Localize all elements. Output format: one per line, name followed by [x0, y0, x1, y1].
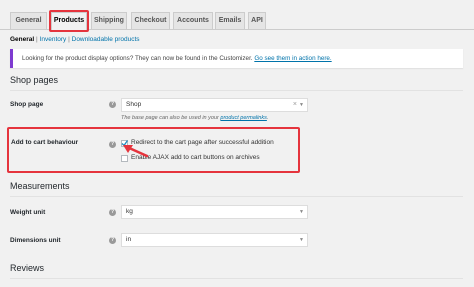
divider: [10, 196, 463, 197]
help-icon[interactable]: ?: [109, 101, 116, 108]
cart-behaviour-label: Add to cart behaviour: [11, 139, 79, 146]
cart-behaviour-highlight: [7, 127, 300, 173]
section-title-shop-pages: Shop pages: [10, 75, 59, 85]
weight-unit-select[interactable]: kg ▼: [121, 205, 308, 219]
arrow-icon: [123, 145, 149, 158]
product-permalinks-link[interactable]: product permalinks: [220, 115, 266, 121]
divider: [10, 90, 463, 91]
chevron-down-icon[interactable]: ▼: [299, 206, 304, 218]
section-title-measurements: Measurements: [10, 181, 70, 191]
notice-text: Looking for the product display options?…: [22, 55, 253, 62]
section-title-reviews: Reviews: [10, 263, 45, 273]
clear-icon[interactable]: ×: [293, 99, 297, 111]
chevron-down-icon[interactable]: ▼: [299, 234, 304, 246]
dimensions-unit-label: Dimensions unit: [10, 237, 61, 244]
redirect-to-cart-label[interactable]: Redirect to the cart page after successf…: [131, 139, 274, 146]
tab-shipping[interactable]: Shipping: [91, 12, 127, 29]
tab-checkout[interactable]: Checkout: [131, 12, 170, 29]
shop-page-description: The base page can also be used in your p…: [121, 115, 268, 121]
subnav-separator: |: [68, 36, 70, 43]
shop-page-value: Shop: [126, 101, 142, 108]
dimensions-unit-value: in: [126, 236, 132, 243]
shop-page-desc-text: The base page can also be used in your: [121, 115, 219, 121]
chevron-down-icon[interactable]: ▼: [299, 99, 304, 111]
help-icon[interactable]: ?: [109, 237, 116, 244]
help-icon[interactable]: ?: [109, 141, 116, 148]
shop-page-desc-end: .: [266, 115, 269, 121]
subnav-separator: |: [36, 36, 38, 43]
weight-unit-value: kg: [126, 208, 133, 215]
ajax-add-to-cart-label[interactable]: Enable AJAX add to cart buttons on archi…: [131, 154, 260, 161]
subnav-downloadable-products[interactable]: Downloadable products: [72, 36, 140, 43]
help-icon[interactable]: ?: [109, 209, 116, 216]
shop-page-label: Shop page: [10, 101, 44, 108]
products-tab-highlight: [49, 10, 89, 32]
notice-link[interactable]: Go see them in action here.: [254, 55, 331, 62]
tab-accounts[interactable]: Accounts: [173, 12, 213, 29]
tab-emails[interactable]: Emails: [215, 12, 245, 29]
tab-general[interactable]: General: [10, 12, 47, 29]
section-subnav: General | Inventory | Downloadable produ…: [10, 36, 140, 43]
dimensions-unit-select[interactable]: in ▼: [121, 233, 308, 247]
divider: [10, 278, 463, 279]
subnav-inventory[interactable]: Inventory: [40, 36, 67, 43]
subnav-general[interactable]: General: [10, 36, 34, 43]
customizer-notice: Looking for the product display options?…: [10, 49, 463, 68]
shop-page-select[interactable]: Shop × ▼: [121, 98, 308, 112]
tab-api[interactable]: API: [248, 12, 266, 29]
weight-unit-label: Weight unit: [10, 209, 46, 216]
